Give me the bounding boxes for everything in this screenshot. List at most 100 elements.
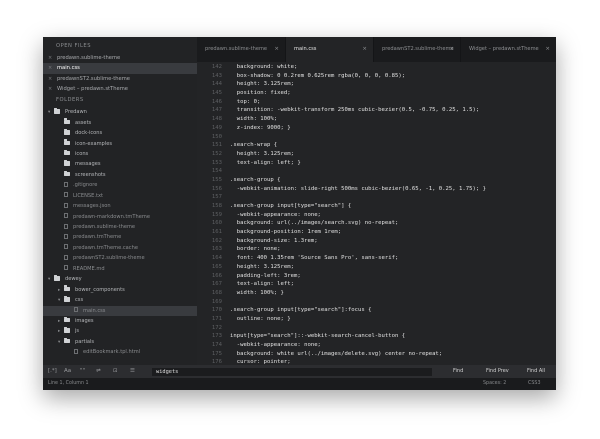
code-line: 156 -webkit-animation: slide-right 500ms… (197, 185, 556, 194)
tree-folder[interactable]: icons (43, 149, 197, 159)
editor-window: OPEN FILES × predawn.sublime-theme × main.c… (43, 37, 556, 390)
tree-folder[interactable]: messages (43, 159, 197, 169)
line-number: 171 (211, 315, 222, 322)
tab-2[interactable]: main.css × (286, 37, 373, 62)
code-text: width: 100%; (230, 116, 278, 123)
code-text: outline: none; } (230, 315, 291, 322)
code-line: 161 background-position: 1rem 1rem; (197, 228, 556, 237)
tree-label: dock-icons (75, 130, 103, 137)
tree-label: screenshots (75, 171, 106, 178)
tree-folder[interactable]: ▸ js (43, 326, 197, 336)
tree-folder[interactable]: screenshots (43, 170, 197, 180)
line-number: 158 (211, 203, 222, 209)
tree-label: images (75, 317, 94, 324)
indentation-setting[interactable]: Spaces: 2 (483, 378, 506, 390)
regex-toggle[interactable]: [.*] (48, 365, 57, 378)
tree-label: predawnST2.sublime-theme (73, 255, 145, 262)
tree-file[interactable]: predawn-markdown.tmTheme (43, 212, 197, 222)
tab-4[interactable]: Widget – predawn.stTheme × (461, 37, 556, 62)
open-file-item[interactable]: × main.css (43, 63, 197, 74)
tree-folder[interactable]: icon-examples (43, 139, 197, 149)
code-line: 150 (197, 133, 556, 142)
open-file-item[interactable]: × predawnST2.sublime-theme (43, 74, 197, 84)
tree-file[interactable]: README.md (43, 264, 197, 274)
tree-file[interactable]: messages.json (43, 201, 197, 211)
line-number: 148 (211, 116, 222, 123)
code-line: 167 text-align: left; (197, 280, 556, 289)
find-input[interactable] (152, 367, 432, 376)
line-number: 161 (211, 229, 222, 236)
tree-folder[interactable]: ▸ bower_components (43, 285, 197, 295)
tree-folder[interactable]: ▾ css (43, 295, 197, 305)
find-all-button[interactable]: Find All (527, 365, 545, 378)
tree-file[interactable]: predawn.sublime-theme (43, 222, 197, 232)
code-text: .search-group input[type="search"] { (230, 203, 352, 209)
tree-folder[interactable]: ▾ Predawn (43, 107, 197, 117)
close-icon[interactable]: × (545, 37, 550, 62)
line-number: 155 (211, 176, 222, 183)
code-line: 157 (197, 193, 556, 202)
tree-file[interactable]: predawn.tmTheme.cache (43, 243, 197, 253)
tree-label: LICENSE.txt (73, 192, 104, 199)
syntax-setting[interactable]: CSS3 (528, 378, 541, 390)
tree-label: predawn-markdown.tmTheme (73, 213, 150, 220)
wrap-toggle[interactable]: ⇌ (96, 365, 101, 378)
close-icon[interactable]: × (48, 74, 52, 84)
file-icon (64, 233, 68, 239)
code-line: 142 background: white; (197, 63, 556, 72)
tree-file[interactable]: editBookmark.tpl.html (43, 347, 197, 357)
code-text: padding-left: 3rem; (230, 272, 301, 279)
tree-label: js (75, 328, 80, 335)
whole-word-toggle[interactable]: "" (80, 365, 85, 378)
close-icon[interactable]: × (449, 37, 454, 62)
find-button[interactable]: Find (453, 365, 463, 378)
tree-folder[interactable]: ▾ partials (43, 337, 197, 347)
folders-title: FOLDERS (56, 97, 84, 104)
tab-label: Widget – predawn.stTheme (469, 46, 539, 52)
close-icon[interactable]: × (362, 37, 367, 62)
in-selection-toggle[interactable]: ⊡ (113, 365, 118, 378)
find-prev-button[interactable]: Find Prev (486, 365, 509, 378)
folder-icon (64, 327, 70, 333)
code-text: position: fixed; (230, 90, 291, 97)
code-text: input[type="search"]::-webkit-search-can… (230, 333, 406, 340)
file-icon (64, 223, 68, 229)
code-line: 147 transition: -webkit-transform 250ms … (197, 106, 556, 115)
tab-1[interactable]: predawn.sublime-theme × (197, 37, 285, 62)
code-editor[interactable]: 142 background: white; 143 box-shadow: 0 … (197, 62, 556, 365)
file-icon (64, 254, 68, 260)
line-number: 166 (211, 272, 222, 279)
tree-file[interactable]: predawnST2.sublime-theme (43, 253, 197, 263)
code-text: width: 100%; } (230, 289, 284, 296)
close-icon[interactable]: × (48, 53, 52, 63)
tree-folder[interactable]: ▾ dewey (43, 274, 197, 284)
tree-label: README.md (73, 265, 105, 272)
close-icon[interactable]: × (274, 37, 279, 62)
open-file-item[interactable]: × Widget – predawn.stTheme (43, 84, 197, 94)
tree-label: messages.json (73, 203, 111, 210)
line-number: 157 (211, 194, 222, 201)
tree-label: partials (75, 338, 95, 345)
tree-folder[interactable]: dock-icons (43, 128, 197, 138)
open-file-item[interactable]: × predawn.sublime-theme (43, 53, 197, 63)
line-number: 169 (211, 298, 222, 305)
folder-icon (64, 139, 70, 145)
line-number: 153 (211, 159, 222, 166)
tree-file[interactable]: LICENSE.txt (43, 191, 197, 201)
tree-folder[interactable]: ▸ images (43, 316, 197, 326)
line-number: 160 (211, 220, 222, 227)
tree-file[interactable]: predawn.tmTheme (43, 232, 197, 242)
file-icon (64, 202, 68, 208)
code-line: 163 border: none; (197, 245, 556, 254)
tab-3[interactable]: predawnST2.sublime-theme × (374, 37, 460, 62)
code-line: 169 (197, 298, 556, 307)
tree-file[interactable]: .gitignore (43, 180, 197, 190)
code-line: 160 background: url(../images/search.svg… (197, 219, 556, 228)
close-icon[interactable]: × (48, 63, 52, 73)
tree-file[interactable]: main.css (43, 305, 197, 316)
case-toggle[interactable]: Aa (64, 365, 71, 378)
highlight-toggle[interactable]: ☰ (130, 365, 135, 378)
close-icon[interactable]: × (48, 84, 52, 94)
tree-folder[interactable]: assets (43, 118, 197, 128)
file-icon (64, 192, 68, 198)
